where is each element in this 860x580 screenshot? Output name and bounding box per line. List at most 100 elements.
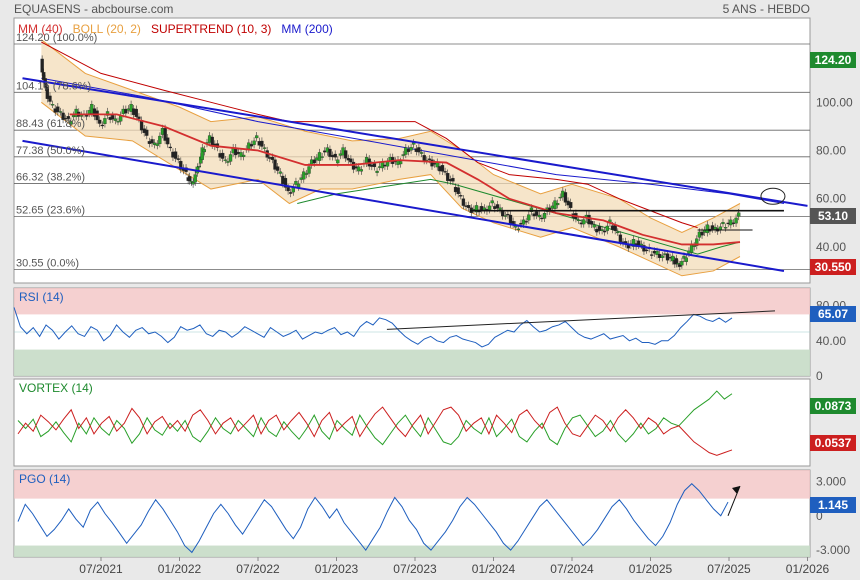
- vortex-title: VORTEX (14): [19, 381, 93, 395]
- candle-up: [555, 203, 560, 206]
- candle-up: [527, 214, 531, 221]
- candle-down: [137, 116, 141, 119]
- ticker-title: EQUASENS - abcbourse.com: [14, 2, 174, 16]
- candle-up: [223, 159, 227, 161]
- candle-down: [644, 249, 649, 252]
- x-tick-label: 01/2025: [629, 562, 673, 576]
- candle-up: [490, 200, 494, 204]
- pgo-y-tick: -3.000: [816, 543, 850, 557]
- candle-up: [113, 118, 118, 121]
- pgo-lower-zone: [14, 545, 810, 557]
- period-label: 5 ANS - HEBDO: [722, 2, 810, 16]
- candle-up: [680, 261, 684, 266]
- price-y-tick: 100.00: [816, 95, 853, 109]
- stock-chart: 124.20 (100.0%)104.16 (78.6%)88.43 (61.8…: [13, 17, 853, 576]
- candle-up: [398, 161, 403, 165]
- candle-down: [569, 202, 573, 208]
- rsi-title: RSI (14): [19, 290, 64, 304]
- candle-up: [193, 174, 197, 183]
- candle-up: [639, 243, 643, 246]
- x-tick-label: 07/2021: [79, 562, 123, 576]
- candle-down: [134, 108, 138, 117]
- candle-down: [289, 192, 293, 194]
- rsi-y-tick: 40.00: [816, 334, 846, 348]
- indicator-legend: MM (40) BOLL (20, 2) SUPERTREND (10, 3) …: [18, 22, 333, 36]
- candle-down: [275, 166, 280, 171]
- candle-up: [375, 170, 379, 173]
- candle-up: [737, 212, 741, 217]
- candle-up: [487, 205, 492, 210]
- vortex-plus-badge: 0.0873: [810, 398, 856, 414]
- candle-up: [419, 152, 424, 154]
- candle-down: [286, 187, 290, 192]
- candle-down: [674, 258, 679, 264]
- candle-up: [228, 154, 233, 162]
- candle-down: [100, 124, 104, 127]
- fib-label-6: 30.55 (0.0%): [16, 258, 79, 270]
- panel-frame-vortex: [13, 378, 811, 467]
- rsi-overbought-zone: [14, 288, 810, 315]
- fib-label-4: 66.32 (38.2%): [16, 171, 85, 183]
- candle-down: [430, 159, 434, 167]
- high-price-badge: 124.20: [810, 52, 856, 68]
- pgo-title: PGO (14): [19, 472, 70, 486]
- candle-up: [729, 219, 733, 226]
- legend-supertrend[interactable]: SUPERTREND (10, 3): [151, 22, 271, 36]
- candle-down: [48, 95, 52, 102]
- pgo-value-badge: 1.145: [810, 497, 856, 513]
- candle-down: [440, 165, 445, 172]
- fib-label-3: 77.38 (50.0%): [16, 145, 85, 157]
- candle-up: [503, 215, 507, 217]
- x-tick-label: 01/2024: [472, 562, 516, 576]
- low-price-badge: 30.550: [810, 259, 856, 275]
- candle-up: [302, 171, 306, 180]
- legend-mm40[interactable]: MM (40): [18, 22, 63, 36]
- candle-up: [307, 166, 311, 174]
- candle-up: [498, 207, 502, 210]
- candle-up: [262, 147, 267, 149]
- candle-up: [336, 159, 340, 164]
- candle-up: [705, 224, 709, 234]
- x-tick-label: 07/2024: [550, 562, 594, 576]
- candle-down: [98, 119, 102, 124]
- candle-up: [50, 104, 55, 106]
- candle-down: [665, 253, 670, 261]
- candle-up: [158, 135, 162, 144]
- x-tick-label: 01/2026: [786, 562, 830, 576]
- candle-down: [188, 176, 192, 182]
- candle-down: [166, 137, 170, 145]
- candle-up: [241, 154, 246, 157]
- candle-down: [524, 221, 528, 223]
- candle-up: [660, 255, 664, 258]
- last-price-badge: 53.10: [810, 208, 856, 224]
- candle-up: [516, 228, 521, 231]
- candle-up: [197, 166, 201, 168]
- candle-up: [721, 222, 725, 225]
- candle-up: [58, 111, 63, 113]
- legend-boll[interactable]: BOLL (20, 2): [73, 22, 141, 36]
- candle-up: [116, 121, 120, 123]
- candle-down: [56, 106, 60, 113]
- candle-up: [692, 245, 696, 248]
- candle-down: [613, 225, 617, 231]
- candle-up: [576, 219, 581, 222]
- candle-down: [456, 187, 460, 195]
- x-tick-label: 07/2025: [707, 562, 751, 576]
- candle-down: [260, 140, 264, 147]
- candle-up: [202, 149, 207, 153]
- vortex-minus-badge: 0.0537: [810, 435, 856, 451]
- candle-down: [618, 234, 623, 242]
- candle-up: [304, 173, 309, 175]
- candle-down: [344, 150, 348, 159]
- fib-label-2: 88.43 (61.8%): [16, 118, 85, 130]
- candle-up: [320, 156, 324, 158]
- candle-up: [605, 225, 609, 231]
- candle-up: [252, 140, 256, 145]
- rsi-y-tick: 0: [816, 369, 823, 383]
- candle-up: [537, 214, 541, 218]
- legend-mm200[interactable]: MM (200): [281, 22, 332, 36]
- candle-up: [616, 231, 620, 234]
- candle-down: [40, 58, 44, 73]
- candle-up: [226, 161, 230, 163]
- candle-up: [592, 224, 596, 228]
